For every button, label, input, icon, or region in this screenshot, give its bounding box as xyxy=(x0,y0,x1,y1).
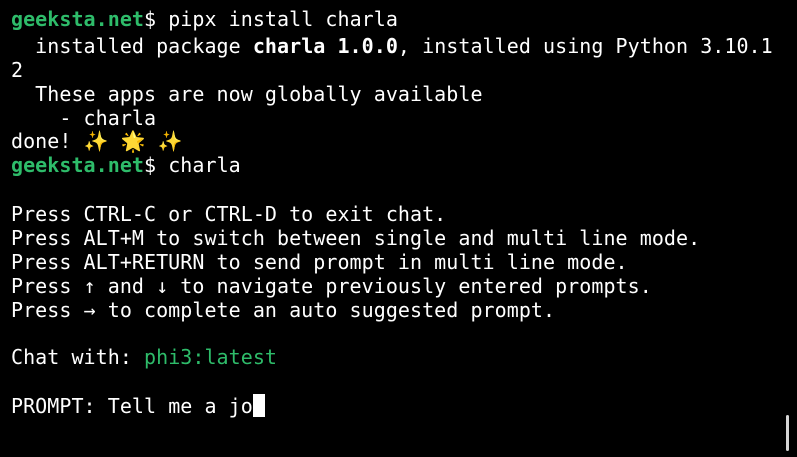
prompt-label: PROMPT: xyxy=(11,394,108,418)
command-text: charla xyxy=(168,153,241,177)
prompt-symbol: $ xyxy=(144,153,169,177)
sparkles-icon: ✨ xyxy=(157,129,183,153)
command-line-1: geeksta.net$ pipx install charla xyxy=(11,7,398,31)
install-suffix: , installed using Python 3.10.1 xyxy=(397,34,773,58)
install-output-line: installed package charla 1.0.0, installe… xyxy=(11,34,773,58)
help-line: Press ALT+M to switch between single and… xyxy=(11,226,701,250)
help-line: Press ALT+RETURN to send prompt in multi… xyxy=(11,250,628,274)
terminal-window[interactable]: geeksta.net$ pipx install charla install… xyxy=(0,0,797,457)
scrollbar[interactable] xyxy=(786,415,789,451)
prompt-line[interactable]: PROMPT: Tell me a jo xyxy=(11,394,265,418)
apps-available-line: These apps are now globally available xyxy=(11,82,483,106)
command-text: pipx install charla xyxy=(168,7,398,31)
install-prefix: installed package xyxy=(11,34,253,58)
done-line: done! ✨ 🌟 ✨ xyxy=(11,129,183,153)
install-output-wrap: 2 xyxy=(11,58,24,82)
chat-with-line: Chat with: phi3:latest xyxy=(11,345,277,369)
glowing-star-icon: 🌟 xyxy=(120,129,146,153)
host-prompt: geeksta.net xyxy=(11,153,145,177)
prompt-symbol: $ xyxy=(144,7,169,31)
command-line-2: geeksta.net$ charla xyxy=(11,153,241,177)
done-text: done! xyxy=(11,129,84,153)
help-line: Press → to complete an auto suggested pr… xyxy=(11,298,556,322)
model-name: phi3:latest xyxy=(144,345,278,369)
text-cursor xyxy=(252,394,265,417)
app-list-item: - charla xyxy=(11,106,157,130)
help-line: Press CTRL-C or CTRL-D to exit chat. xyxy=(11,202,447,226)
chat-with-label: Chat with: xyxy=(11,345,145,369)
sparkles-icon: ✨ xyxy=(83,129,109,153)
help-line: Press ↑ and ↓ to navigate previously ent… xyxy=(11,274,652,298)
package-name: charla 1.0.0 xyxy=(252,34,398,58)
prompt-input[interactable]: Tell me a jo xyxy=(108,394,253,418)
host-prompt: geeksta.net xyxy=(11,7,145,31)
